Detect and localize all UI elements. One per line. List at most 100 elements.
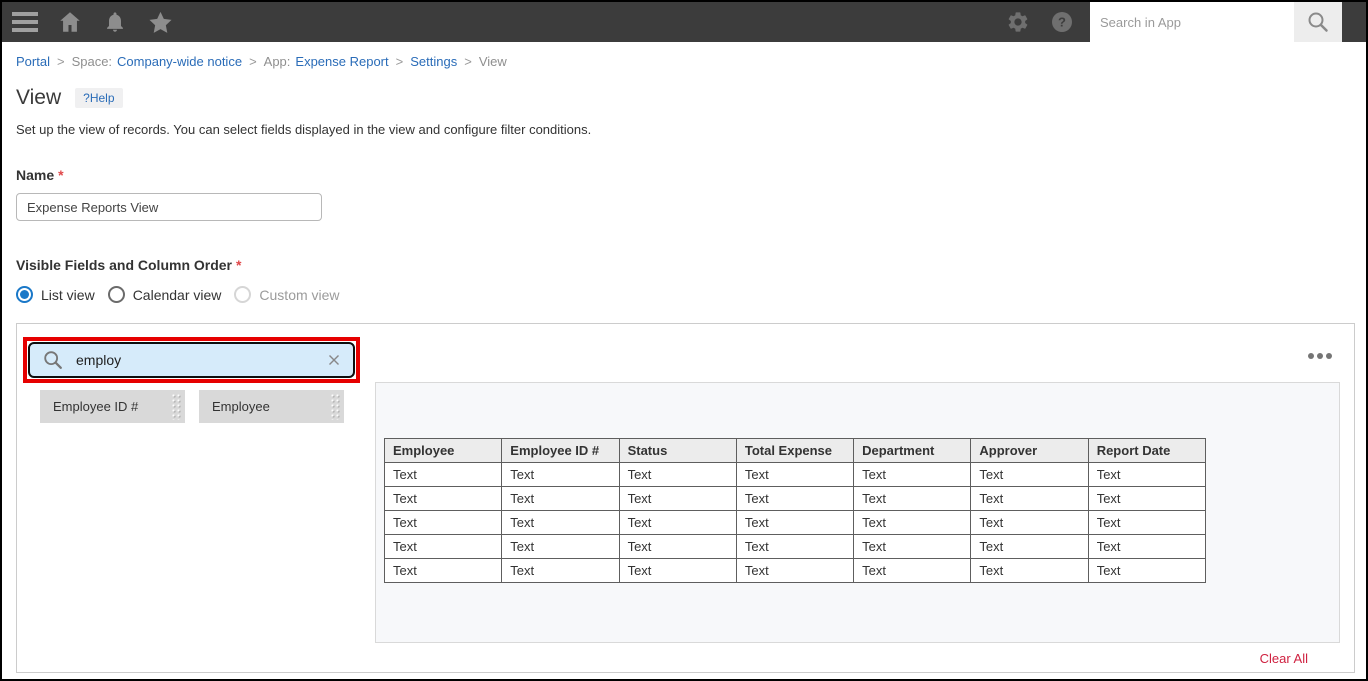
radio-unselected-icon [107,286,125,303]
visible-fields-label: Visible Fields and Column Order * [16,257,1351,273]
preview-column-header: Approver [970,438,1089,463]
breadcrumb-space-link[interactable]: Company-wide notice [117,54,242,69]
preview-cell: Text [383,534,503,559]
preview-cell: Text [735,534,855,559]
preview-cell: Text [1087,462,1207,487]
preview-cell: Text [618,462,737,487]
menu-icon[interactable] [12,12,38,32]
preview-cell: Text [853,462,972,487]
preview-cell: Text [501,534,620,559]
clear-search-icon[interactable] [325,351,343,369]
preview-row: Text Text Text Text Text Text Text [383,486,1207,511]
app-search-input[interactable] [1090,2,1294,42]
radio-custom-view-label: Custom view [259,286,340,303]
radio-disabled-icon [234,286,252,303]
breadcrumb-portal-link[interactable]: Portal [16,54,50,69]
preview-cell: Text [853,510,972,535]
view-name-input[interactable] [16,193,322,221]
preview-cell: Text [501,462,620,487]
preview-column-header: Employee [383,438,503,463]
radio-list-view-label: List view [41,286,95,303]
preview-header-row: Employee Employee ID # Status Total Expense… [383,438,1207,463]
preview-cell: Text [383,462,503,487]
drag-handle-icon[interactable] [330,393,341,420]
preview-row: Text Text Text Text Text Text Text [383,510,1207,535]
favorites-star-icon[interactable] [147,9,174,36]
breadcrumb-settings-link[interactable]: Settings [410,54,457,69]
field-picker-panel: Employee ID # Employee EmployeeEmployee … [16,323,1355,673]
preview-cell: Text [970,462,1089,487]
required-asterisk: * [58,167,64,183]
breadcrumb: Portal > Space: Company-wide notice > Ap… [2,42,1366,80]
notifications-bell-icon[interactable] [103,10,127,34]
drag-handle-icon[interactable] [171,393,182,420]
preview-column-header: Employee ID # [501,438,620,463]
name-label-text: Name [16,167,55,183]
field-search-box [28,342,355,378]
app-window: ? Portal > Space: Company-wide notice > … [0,0,1368,681]
preview-cell: Text [970,510,1089,535]
radio-calendar-view-label: Calendar view [132,286,222,303]
preview-cell: Text [618,534,737,559]
field-chip-employee[interactable]: Employee [199,390,344,423]
topbar: ? [2,2,1366,42]
preview-cell: Text [970,558,1089,583]
preview-column-header: Status [618,438,737,463]
field-chip-employee-id[interactable]: Employee ID # [40,390,185,423]
annotation-highlight-box [23,337,360,383]
app-search-button[interactable] [1294,2,1342,42]
preview-cell: Text [970,486,1089,511]
radio-list-view[interactable]: List view [16,286,95,303]
field-search-input[interactable] [74,351,325,369]
topbar-right-group: ? [1006,2,1366,42]
preview-cell: Text [618,486,737,511]
settings-gear-icon[interactable] [1006,10,1030,34]
preview-table: Employee Employee ID # Status Total Expense… [383,438,1207,583]
breadcrumb-app-link[interactable]: Expense Report [295,54,388,69]
preview-cell: Text [501,486,620,511]
page-title: View [16,86,62,109]
preview-cell: Text [1087,558,1207,583]
options-menu-button[interactable] [1308,353,1332,359]
radio-calendar-view[interactable]: Calendar view [107,286,222,303]
breadcrumb-separator: > [464,53,472,69]
preview-cell: Text [1087,510,1207,535]
preview-column-header: Total Expense [735,438,855,463]
svg-text:?: ? [1058,15,1066,30]
visible-fields-label-text: Visible Fields and Column Order [16,257,233,273]
preview-cell: Text [618,510,737,535]
breadcrumb-app-prefix: App: [263,53,291,69]
preview-cell: Text [1087,486,1207,511]
view-type-radio-group: List view Calendar view Custom view [16,286,1351,303]
preview-cell: Text [383,510,503,535]
required-asterisk: * [236,257,242,273]
preview-cell: Text [970,534,1089,559]
preview-cell: Text [618,558,737,583]
view-preview-panel: Employee Employee ID # Status Total Expense… [375,382,1340,643]
preview-cell: Text [1087,534,1207,559]
preview-cell: Text [383,558,503,583]
page-description: Set up the view of records. You can sele… [16,122,592,137]
main-content: View ?Help Set up the view of records. Y… [2,86,1366,673]
preview-cell: Text [501,510,620,535]
preview-cell: Text [735,558,855,583]
preview-cell: Text [853,486,972,511]
preview-cell: Text [735,486,855,511]
preview-cell: Text [853,534,972,559]
preview-row: Text Text Text Text Text Text Text [383,462,1207,487]
field-chip-label: Employee [212,399,270,414]
help-link[interactable]: ?Help [75,88,123,108]
help-icon[interactable]: ? [1050,10,1074,34]
preview-cell: Text [735,510,855,535]
breadcrumb-separator: > [56,53,65,69]
preview-column-header: Report Date [1087,438,1207,463]
preview-cell: Text [853,558,972,583]
preview-cell: Text [383,486,503,511]
field-chip-label: Employee ID # [53,399,139,414]
field-search-icon [44,351,62,369]
home-icon[interactable] [57,9,83,35]
breadcrumb-separator: > [395,53,404,69]
radio-selected-icon [16,286,33,303]
clear-all-link[interactable]: Clear All [1260,651,1308,666]
